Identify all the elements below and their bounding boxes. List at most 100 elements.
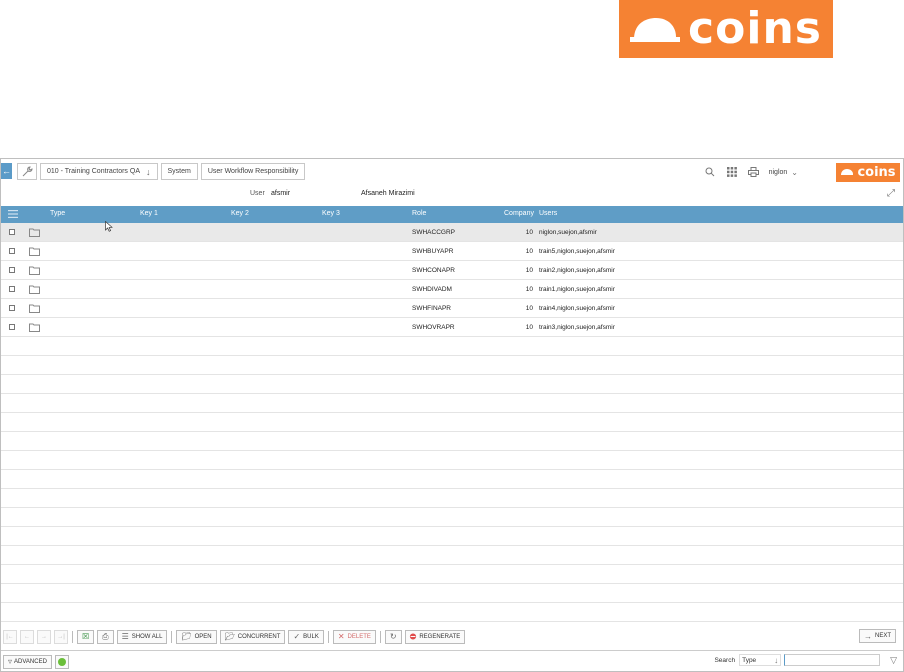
row-users: train2,niglon,suejon,afsmir	[539, 267, 615, 274]
folder-icon	[29, 228, 40, 237]
mouse-cursor-icon	[105, 221, 113, 232]
concurrent-button[interactable]: 📂︎ CONCURRENT	[219, 629, 286, 644]
toolbar-divider	[171, 630, 173, 643]
logo-text-small: coins	[857, 164, 896, 180]
column-key1[interactable]: Key 1	[140, 210, 158, 217]
column-company[interactable]: Company	[504, 210, 534, 217]
row-users: train1,niglon,suejon,afsmir	[539, 286, 615, 293]
row-users: niglon,suejon,afsmir	[539, 229, 597, 236]
tools-button[interactable]	[17, 163, 37, 180]
hard-hat-icon	[630, 18, 681, 42]
row-checkbox[interactable]	[9, 229, 15, 235]
column-key2[interactable]: Key 2	[231, 210, 249, 217]
bulk-label: BULK	[303, 633, 319, 640]
row-users: train4,niglon,suejon,afsmir	[539, 305, 615, 312]
show-all-button[interactable]: ☰ SHOW ALL	[116, 629, 168, 644]
grid-body: SWHACCGRP 10 niglon,suejon,afsmir SWHBUY…	[1, 223, 903, 622]
row-checkbox[interactable]	[9, 324, 15, 330]
row-checkbox[interactable]	[9, 305, 15, 311]
expand-icon[interactable]: ⤢	[887, 188, 895, 199]
empty-row	[1, 451, 903, 470]
breadcrumb-module[interactable]: System	[160, 163, 198, 180]
empty-row	[1, 413, 903, 432]
user-id: afsmir	[271, 190, 291, 197]
user-menu[interactable]: niglon	[769, 169, 788, 176]
table-row[interactable]: SWHBUYAPR 10 train5,niglon,suejon,afsmir	[1, 242, 903, 261]
table-row[interactable]: SWHOVRAPR 10 train3,niglon,suejon,afsmir	[1, 318, 903, 337]
coins-logo: coins	[619, 0, 833, 58]
table-row[interactable]: SWHCONAPR 10 train2,niglon,suejon,afsmir	[1, 261, 903, 280]
last-page-button[interactable]: →|	[54, 629, 68, 644]
regenerate-button[interactable]: ⛔︎ REGENERATE	[404, 629, 466, 644]
search-icon[interactable]	[703, 165, 717, 179]
concurrent-label: CONCURRENT	[237, 633, 281, 640]
user-label: User	[250, 190, 265, 197]
search-type-select[interactable]: Type ↓	[739, 654, 782, 666]
column-key3[interactable]: Key 3	[322, 210, 340, 217]
folder-icon	[29, 285, 40, 294]
previous-button[interactable]: ←	[20, 629, 34, 644]
open-button[interactable]: 📁︎ OPEN	[176, 629, 217, 644]
status-indicator-button[interactable]	[54, 654, 69, 669]
advanced-label: ADVANCED	[14, 658, 47, 665]
export-excel-button[interactable]: ☒	[77, 629, 95, 644]
empty-row	[1, 603, 903, 622]
refresh-button[interactable]: ↻	[384, 629, 402, 644]
table-row[interactable]: SWHDIVADM 10 train1,niglon,suejon,afsmir	[1, 280, 903, 299]
row-company: 10	[525, 267, 533, 274]
grid-icon[interactable]	[725, 165, 739, 179]
filter-icon[interactable]: ▽	[890, 655, 897, 666]
application-window: ← 010 - Training Contractors QA ↓ System…	[0, 158, 904, 672]
first-page-button[interactable]: |←	[3, 629, 17, 644]
empty-row	[1, 432, 903, 451]
row-users: train5,niglon,suejon,afsmir	[539, 248, 615, 255]
chevron-down-icon[interactable]: ⌄	[791, 168, 798, 177]
breadcrumb-company[interactable]: 010 - Training Contractors QA ↓	[40, 163, 158, 180]
column-users[interactable]: Users	[539, 210, 557, 217]
header-actions: niglon ⌄ coins	[703, 162, 903, 182]
back-button[interactable]: ←	[1, 163, 12, 179]
stop-icon: ⛔︎	[409, 631, 417, 641]
arrow-right-icon: →	[863, 631, 872, 641]
row-role: SWHBUYAPR	[412, 248, 454, 255]
arrow-down-icon: ↓	[146, 166, 151, 177]
empty-row	[1, 375, 903, 394]
grid-header: Type Key 1 Key 2 Key 3 Role Company User…	[1, 206, 903, 223]
row-checkbox[interactable]	[9, 248, 15, 254]
delete-button[interactable]: ✕ DELETE	[332, 629, 376, 644]
coins-logo-small: coins	[836, 162, 900, 182]
filter-icon: ▿	[8, 657, 13, 666]
row-role: SWHFINAPR	[412, 305, 451, 312]
excel-icon: ☒	[82, 632, 90, 641]
bulk-button[interactable]: ✓ BULK	[288, 629, 324, 644]
breadcrumb-page[interactable]: User Workflow Responsibility	[200, 163, 306, 180]
forward-button[interactable]: →	[37, 629, 51, 644]
folder-open-icon: 📂︎	[224, 632, 235, 641]
row-checkbox[interactable]	[9, 286, 15, 292]
show-all-label: SHOW ALL	[131, 633, 163, 640]
next-button[interactable]: → NEXT	[858, 629, 896, 643]
toolbar-divider	[327, 630, 329, 643]
last-page-icon: →|	[57, 633, 65, 640]
row-checkbox[interactable]	[9, 267, 15, 273]
table-row[interactable]: SWHFINAPR 10 train4,niglon,suejon,afsmir	[1, 299, 903, 318]
empty-row	[1, 565, 903, 584]
menu-icon[interactable]	[8, 210, 18, 218]
row-company: 10	[525, 305, 533, 312]
empty-row	[1, 527, 903, 546]
column-type[interactable]: Type	[50, 210, 65, 217]
close-icon: ✕	[337, 632, 345, 641]
empty-row	[1, 546, 903, 565]
print-button[interactable]: ⎙	[97, 629, 114, 644]
table-row[interactable]: SWHACCGRP 10 niglon,suejon,afsmir	[1, 223, 903, 242]
advanced-button[interactable]: ▿ ADVANCED	[3, 654, 52, 669]
column-role[interactable]: Role	[412, 210, 426, 217]
search-label: Search	[714, 656, 736, 664]
toolbar-divider	[379, 630, 381, 643]
search-input[interactable]	[784, 654, 881, 666]
arrow-left-icon: ←	[24, 633, 30, 640]
first-page-icon: |←	[6, 633, 14, 640]
print-icon[interactable]	[747, 165, 761, 179]
toolbar-divider	[72, 630, 73, 643]
status-bar: ▿ ADVANCED Search Type ↓ ▽	[1, 650, 903, 672]
